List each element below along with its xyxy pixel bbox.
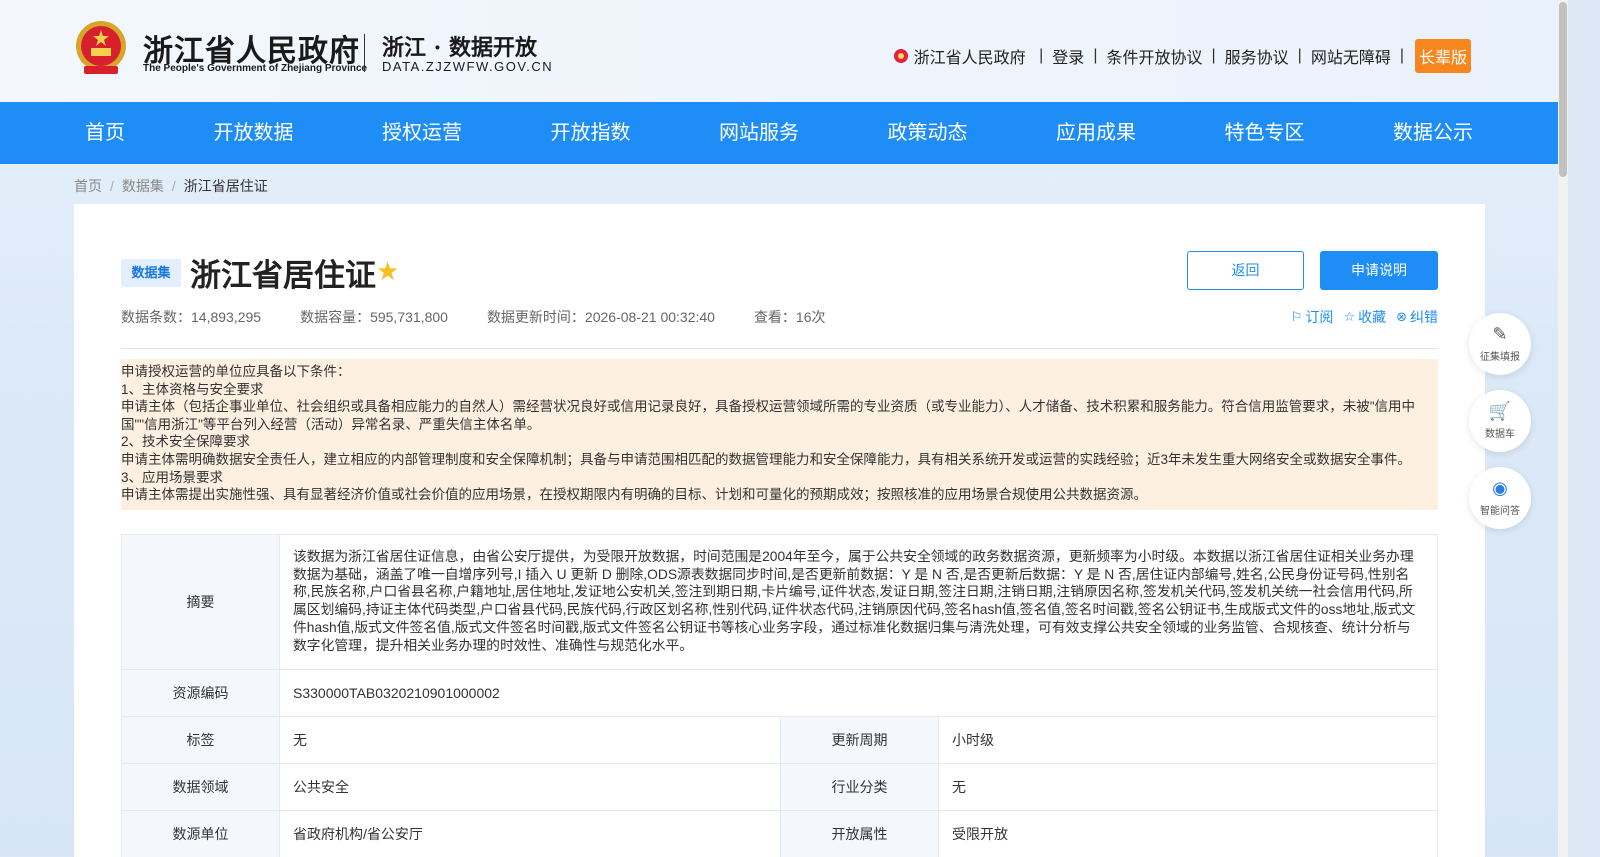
table-row: 标签 无 更新周期 小时级 — [121, 716, 1438, 765]
summary-label: 摘要 — [121, 533, 280, 671]
nav-open-data[interactable]: 开放数据 — [203, 102, 305, 164]
top-links: 浙江省人民政府 | 登录 | 条件开放协议 | 服务协议 | 网站无障碍 | 长… — [893, 39, 1471, 73]
dataset-meta: 数据条数：14,893,295 数据容量：595,731,800 数据更新时间：… — [121, 307, 865, 327]
table-row: 摘要 该数据为浙江省居住证信息，由省公安厅提供，为受限开放数据，时间范围是200… — [121, 533, 1438, 671]
side-ai-qa-button[interactable]: ◉ 智能问答 — [1469, 467, 1531, 529]
view-count: 查看：16次 — [753, 309, 826, 325]
open-attribute-value: 受限开放 — [938, 810, 1438, 857]
dataset-actions: ⚐ 订阅 ☆ 收藏 ⊗ 纠错 — [1281, 307, 1438, 327]
open-attribute-label: 开放属性 — [780, 810, 939, 857]
apply-conditions-notice: 申请授权运营的单位应具备以下条件： 1、主体资格与安全要求 申请主体（包括企事业… — [121, 359, 1438, 510]
notice-line: 申请主体需明确数据安全责任人，建立相应的内部管理制度和安全保障机制；具备与申请范… — [121, 451, 1412, 467]
tag-value: 无 — [279, 716, 781, 765]
update-cycle-label: 更新周期 — [780, 716, 939, 765]
main-nav: 首页 开放数据 授权运营 开放指数 网站服务 政策动态 应用成果 特色专区 数据… — [0, 102, 1558, 164]
resource-code-value: S330000TAB0320210901000002 — [279, 669, 1438, 718]
robot-icon: ◉ — [1492, 478, 1508, 498]
notice-line: 3、应用场景要求 — [121, 469, 224, 485]
notice-line: 2、技术安全保障要求 — [121, 434, 251, 450]
page-edge — [1568, 0, 1600, 857]
national-emblem-icon — [76, 21, 126, 74]
industry-value: 无 — [938, 763, 1438, 812]
back-button[interactable]: 返回 — [1187, 251, 1304, 290]
nav-open-index[interactable]: 开放指数 — [540, 102, 642, 164]
record-count: 数据条数：14,893,295 — [121, 309, 262, 325]
breadcrumb: 首页 / 数据集 / 浙江省居住证 — [74, 178, 268, 194]
link-accessibility[interactable]: 网站无障碍 — [1311, 44, 1391, 68]
link-login[interactable]: 登录 — [1052, 44, 1084, 68]
report-error-action[interactable]: ⊗ 纠错 — [1396, 307, 1438, 327]
source-unit-value: 省政府机构/省公安厅 — [279, 810, 781, 857]
table-row: 资源编码 S330000TAB0320210901000002 — [121, 669, 1438, 718]
data-domain-value: 公共安全 — [279, 763, 781, 812]
table-row: 数源单位 省政府机构/省公安厅 开放属性 受限开放 — [121, 810, 1438, 857]
star-outline-icon: ☆ — [1343, 309, 1356, 324]
data-capacity: 数据容量：595,731,800 — [300, 309, 448, 325]
portal-domain: DATA.ZJZWFW.GOV.CN — [382, 59, 554, 74]
side-data-cart-button[interactable]: 🛒 数据车 — [1469, 390, 1531, 452]
gov-subtitle: The People's Government of Zhejiang Prov… — [143, 63, 368, 74]
nav-featured[interactable]: 特色专区 — [1214, 102, 1316, 164]
location-pin-icon — [893, 49, 908, 63]
portal-title[interactable]: 浙江 · 数据开放 — [382, 30, 537, 62]
link-conditional-agreement[interactable]: 条件开放协议 — [1106, 44, 1202, 68]
site-header: 浙江省人民政府 The People's Government of Zheji… — [0, 0, 1588, 102]
notice-line: 1、主体资格与安全要求 — [121, 381, 264, 397]
link-zj-gov[interactable]: 浙江省人民政府 — [914, 44, 1026, 68]
divider — [121, 348, 1438, 349]
data-domain-label: 数据领域 — [121, 763, 280, 812]
industry-label: 行业分类 — [780, 763, 939, 812]
update-time: 数据更新时间：2026-08-21 00:32:40 — [486, 309, 715, 325]
page-title: 浙江省居住证 — [190, 258, 376, 293]
favorite-action[interactable]: ☆ 收藏 — [1343, 307, 1386, 327]
notice-line: 申请授权运营的单位应具备以下条件： — [121, 364, 351, 379]
nav-policy[interactable]: 政策动态 — [877, 102, 979, 164]
notice-line: 申请主体需提出实施性强、具有显著经济价值或社会价值的应用场景，在授权期限内有明确… — [121, 487, 1147, 503]
logo-divider — [364, 34, 365, 72]
bookmark-icon: ⚐ — [1290, 309, 1303, 324]
dataset-info-table: 摘要 该数据为浙江省居住证信息，由省公安厅提供，为受限开放数据，时间范围是200… — [121, 533, 1438, 857]
apply-info-button[interactable]: 申请说明 — [1320, 251, 1438, 290]
elder-mode-button[interactable]: 长辈版 — [1414, 39, 1471, 73]
subscribe-action[interactable]: ⚐ 订阅 — [1291, 307, 1334, 327]
nav-data-publicity[interactable]: 数据公示 — [1382, 102, 1484, 164]
table-row: 数据领域 公共安全 行业分类 无 — [121, 763, 1438, 812]
source-unit-label: 数源单位 — [121, 810, 280, 857]
nav-authorized-operation[interactable]: 授权运营 — [371, 102, 473, 164]
star-icon: ★ — [376, 256, 400, 286]
cart-icon: 🛒 — [1488, 401, 1512, 421]
resource-code-label: 资源编码 — [121, 669, 280, 718]
scrollbar-thumb[interactable] — [1559, 2, 1567, 177]
tag-label: 标签 — [121, 716, 280, 765]
nav-applications[interactable]: 应用成果 — [1045, 102, 1147, 164]
nav-site-service[interactable]: 网站服务 — [708, 102, 810, 164]
summary-value: 该数据为浙江省居住证信息，由省公安厅提供，为受限开放数据，时间范围是2004年至… — [279, 533, 1438, 671]
error-circle-icon: ⊗ — [1396, 309, 1407, 324]
link-service-agreement[interactable]: 服务协议 — [1225, 44, 1289, 68]
breadcrumb-home[interactable]: 首页 — [74, 178, 102, 194]
side-collect-button[interactable]: ✎ 征集填报 — [1469, 313, 1531, 375]
breadcrumb-current: 浙江省居住证 — [183, 178, 268, 194]
update-cycle-value: 小时级 — [938, 716, 1438, 765]
dataset-type-badge: 数据集 — [121, 259, 181, 287]
breadcrumb-datasets[interactable]: 数据集 — [122, 178, 164, 194]
form-edit-icon: ✎ — [1492, 324, 1508, 344]
nav-home[interactable]: 首页 — [74, 102, 136, 164]
dataset-card: 数据集 浙江省居住证 ★ 返回 申请说明 数据条数：14,893,295 数据容… — [74, 204, 1485, 857]
notice-line: 申请主体（包括企事业单位、社会组织或具备相应能力的自然人）需经营状况良好或信用记… — [121, 399, 1416, 432]
